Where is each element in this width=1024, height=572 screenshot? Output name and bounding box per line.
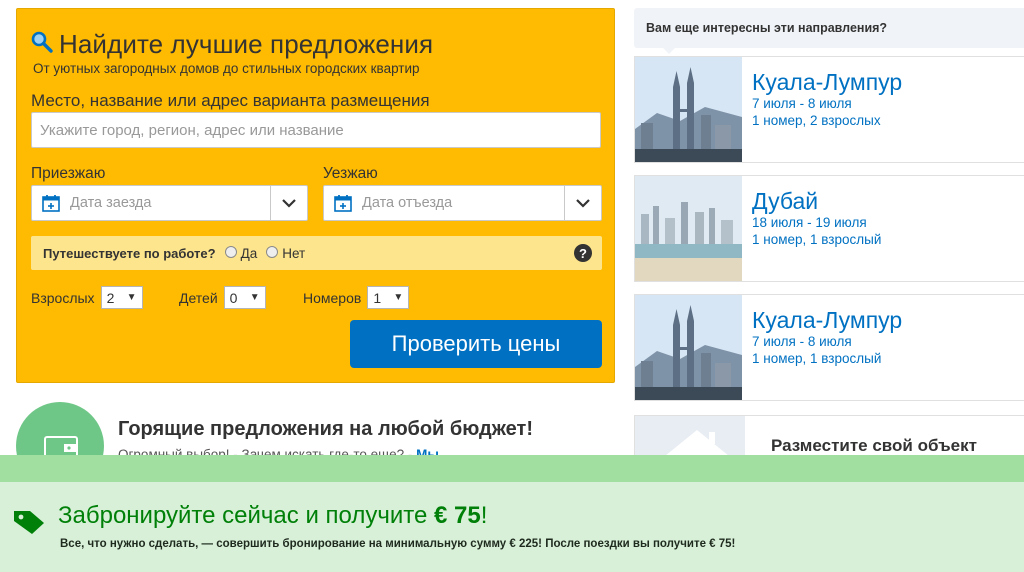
adults-select[interactable]: 2 ▼ (100, 286, 143, 309)
recent-search-dates: 7 июля - 8 июля (752, 334, 852, 349)
recent-search-dates: 7 июля - 8 июля (752, 96, 852, 111)
rooms-select[interactable]: 1 ▼ (367, 286, 410, 309)
recent-search-city[interactable]: Куала-Лумпур (752, 69, 902, 95)
promo-banner-text: Все, что нужно сделать, — совершить брон… (60, 538, 736, 550)
recent-search-info: Дубай 18 июля - 19 июля 1 номер, 1 взрос… (742, 176, 881, 281)
business-yes-label[interactable]: Да (241, 246, 258, 261)
adults-label: Взрослых (31, 289, 95, 306)
children-label: Детей (179, 289, 218, 306)
promo-banner: Забронируйте сейчас и получите € 75! Все… (0, 455, 1024, 572)
recent-search-city[interactable]: Куала-Лумпур (752, 307, 902, 333)
recent-search-info: Куала-Лумпур 7 июля - 8 июля 1 номер, 2 … (742, 57, 902, 162)
list-property-title: Разместите свой объект (771, 436, 977, 455)
promo-title: Горящие предложения на любой бюджет! (118, 418, 533, 440)
promo-banner-strip (0, 455, 1024, 482)
chevron-down-icon[interactable] (564, 186, 601, 220)
business-no-label[interactable]: Нет (282, 246, 305, 261)
rooms-group: Номеров 1 ▼ (303, 286, 410, 309)
caret-down-icon: ▼ (126, 292, 137, 303)
price-tag-icon (12, 509, 46, 540)
search-title-row: Найдите лучшие предложения (31, 29, 433, 60)
interests-header: Вам еще интересны эти направления? (634, 8, 1024, 54)
promo-headline-suffix: ! (480, 502, 488, 529)
destination-label: Место, название или адрес варианта разме… (31, 91, 430, 110)
search-subtitle: От уютных загородных домов до стильных г… (33, 61, 420, 76)
recent-search-guests: 1 номер, 1 взрослый (752, 232, 882, 247)
kuala-lumpur-thumbnail (635, 57, 742, 162)
promo-headline: Забронируйте сейчас и получите € 75! (58, 502, 487, 530)
recent-search-city[interactable]: Дубай (752, 188, 881, 214)
kuala-lumpur-thumbnail (635, 295, 742, 400)
destination-input[interactable] (31, 112, 601, 148)
checkin-placeholder: Дата заезда (70, 195, 152, 211)
recent-search-card[interactable]: Куала-Лумпур 7 июля - 8 июля 1 номер, 2 … (634, 56, 1024, 163)
help-icon[interactable]: ? (574, 244, 592, 262)
checkin-field[interactable]: Дата заезда (31, 185, 308, 221)
adults-value: 2 (106, 289, 115, 306)
interests-caret (662, 47, 676, 54)
dubai-thumbnail (635, 176, 742, 281)
children-group: Детей 0 ▼ (179, 286, 266, 309)
children-value: 0 (229, 289, 238, 306)
recent-search-info: Куала-Лумпур 7 июля - 8 июля 1 номер, 1 … (742, 295, 902, 400)
business-travel-row: Путешествуете по работе? Да Нет ? (31, 236, 602, 270)
calendar-icon (324, 193, 362, 213)
caret-down-icon: ▼ (249, 292, 260, 303)
business-no-radio[interactable] (266, 246, 279, 258)
rooms-value: 1 (373, 289, 382, 306)
adults-group: Взрослых 2 ▼ (31, 286, 143, 309)
checkout-placeholder: Дата отъезда (362, 195, 453, 211)
checkin-label: Приезжаю (31, 165, 106, 182)
checkout-field[interactable]: Дата отъезда (323, 185, 602, 221)
recent-search-guests: 1 номер, 2 взрослых (752, 113, 881, 128)
checkout-label: Уезжаю (323, 165, 378, 182)
recent-search-dates: 18 июля - 19 июля (752, 215, 867, 230)
interests-title: Вам еще интересны эти направления? (646, 21, 888, 35)
calendar-icon (32, 193, 70, 213)
promo-headline-amount: € 75 (434, 502, 481, 529)
rooms-label: Номеров (303, 289, 362, 306)
chevron-down-icon[interactable] (270, 186, 307, 220)
search-title: Найдите лучшие предложения (59, 29, 434, 59)
children-select[interactable]: 0 ▼ (223, 286, 266, 309)
business-travel-question: Путешествуете по работе? (43, 245, 216, 261)
recent-search-guests: 1 номер, 1 взрослый (752, 351, 882, 366)
check-prices-button[interactable]: Проверить цены (350, 320, 602, 368)
search-panel: Найдите лучшие предложения От уютных заг… (16, 8, 615, 383)
recent-search-card[interactable]: Дубай 18 июля - 19 июля 1 номер, 1 взрос… (634, 175, 1024, 282)
promo-headline-text: Забронируйте сейчас и получите (58, 502, 428, 529)
recent-search-card[interactable]: Куала-Лумпур 7 июля - 8 июля 1 номер, 1 … (634, 294, 1024, 401)
caret-down-icon: ▼ (393, 292, 404, 303)
business-yes-radio[interactable] (224, 246, 237, 258)
search-icon (31, 31, 53, 58)
